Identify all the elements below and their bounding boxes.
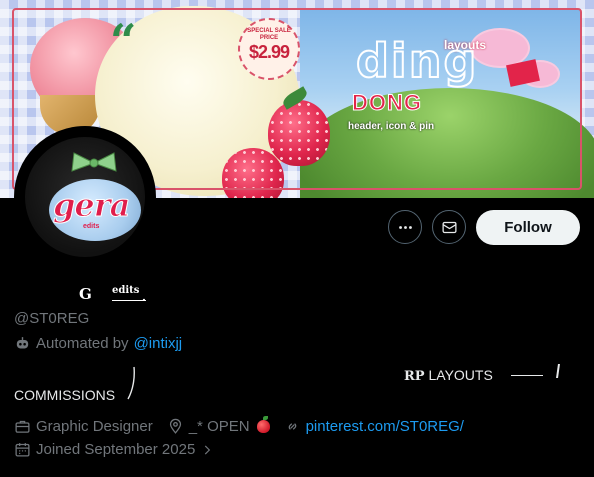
more-button[interactable] [388,210,422,244]
message-button[interactable] [432,210,466,244]
display-name-g: G [79,285,92,303]
avatar-image: gera edits [25,137,145,257]
automated-by-link[interactable]: @intixjj [134,335,183,352]
bio-commissions: COMMISSIONS [14,387,116,403]
user-handle: @ST0REG [14,310,90,327]
location-pin-icon [169,418,181,434]
joined-label: Joined September 2025 [36,441,196,458]
display-name-edits: edits [112,285,140,296]
bio-slash-mark [127,366,135,400]
bow-icon [71,152,117,172]
link-icon [288,423,296,430]
website-link[interactable]: pinterest.com/ST0REG/ [306,418,464,435]
chevron-right-icon [205,445,211,454]
meta-category-label: Graphic Designer [36,418,153,435]
display-name-dot: . [142,288,146,304]
display-name-underline [112,300,146,301]
avatar-sub-text: edits [83,223,100,230]
avatar-logo-text: gera [52,186,130,224]
bio-rp-layouts: RP LAYOUTS [404,367,493,384]
calendar-icon [15,443,30,457]
robot-icon [16,337,29,349]
meta-joined[interactable]: Joined September 2025 [14,441,214,458]
follow-button[interactable]: Follow [476,210,580,245]
bio-dash [511,375,543,376]
meta-website[interactable]: pinterest.com/ST0REG/ [284,418,464,435]
briefcase-icon [15,420,30,433]
meta-location: _* OPEN [167,416,270,435]
profile-meta: Graphic Designer _* OPEN pinterest.com/S… [14,416,478,435]
bio-rp-label: LAYOUTS [428,367,493,383]
automated-prefix: Automated by [36,335,129,352]
more-horizontal-icon [398,225,412,229]
avatar[interactable]: gera edits [14,126,156,268]
apple-emoji-icon [256,416,270,433]
bio-bar [556,364,560,378]
bio-rp-prefix: RP [404,369,425,384]
meta-category: Graphic Designer [14,418,153,435]
automated-label: Automated by @intixjj [14,335,182,352]
meta-location-label: _* OPEN [188,418,250,435]
envelope-icon [441,221,457,233]
